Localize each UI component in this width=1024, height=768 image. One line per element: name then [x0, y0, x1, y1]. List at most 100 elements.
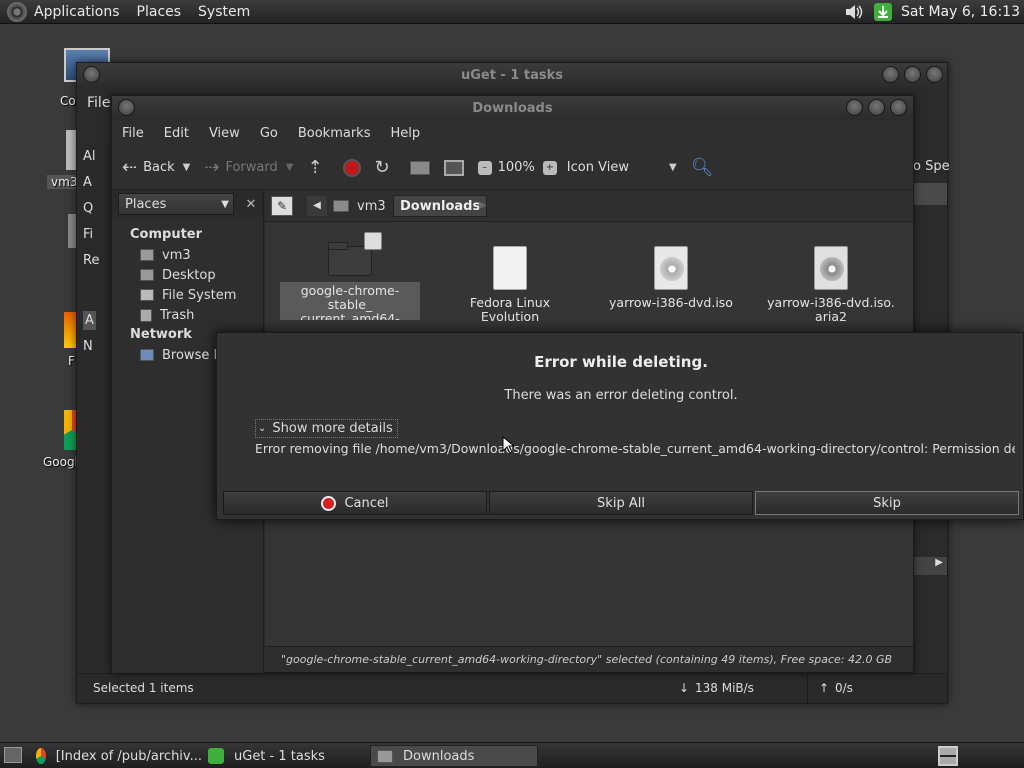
- uget-tray-icon[interactable]: [873, 2, 893, 22]
- uget-titlebar[interactable]: uGet - 1 tasks: [77, 63, 947, 87]
- desktop-icon-label: Googl: [43, 455, 78, 469]
- stop-icon: [342, 158, 361, 177]
- details-toggle-label: Show more details: [272, 421, 393, 436]
- task-label: uGet - 1 tasks: [234, 748, 325, 764]
- skip-button[interactable]: Skip: [755, 491, 1019, 515]
- menu-edit[interactable]: Edit: [164, 126, 189, 141]
- menu-help[interactable]: Help: [390, 126, 420, 141]
- sidebar-item-trash[interactable]: Trash: [112, 305, 263, 325]
- status-divider: [807, 674, 808, 704]
- downloads-titlebar[interactable]: Downloads: [112, 96, 913, 120]
- menu-file[interactable]: File: [122, 126, 144, 141]
- file-name: Fedora Linux Evolution: [469, 295, 551, 324]
- selected-count: Selected 1 items: [93, 681, 194, 695]
- error-dialog: Error while deleting. There was an error…: [216, 332, 1024, 520]
- system-menu[interactable]: System: [198, 4, 250, 20]
- category-row[interactable]: Fi: [83, 227, 93, 242]
- trash-icon: [140, 308, 152, 322]
- scroll-right-icon[interactable]: ▶: [913, 557, 947, 575]
- home-button[interactable]: [409, 160, 430, 175]
- cancel-label: Cancel: [344, 495, 389, 511]
- chrome-icon: [36, 748, 46, 764]
- maximize-button[interactable]: [868, 99, 885, 116]
- zoom-in-button[interactable]: +: [542, 160, 557, 175]
- edit-location-icon[interactable]: ✎: [271, 196, 293, 216]
- uget-file-menu[interactable]: File: [87, 95, 110, 111]
- window-menu-button[interactable]: [118, 99, 135, 116]
- chevron-down-icon[interactable]: ▼: [286, 162, 294, 173]
- file-item[interactable]: google-chrome-stable_ current_amd64- wor…: [280, 232, 420, 320]
- category-row[interactable]: Q: [83, 201, 93, 216]
- task-label: [Index of /pub/archiv...: [55, 748, 202, 764]
- task-row[interactable]: [913, 183, 947, 205]
- top-panel: Applications Places System Sat May 6, 16…: [0, 0, 1024, 24]
- up-button[interactable]: ⇡: [307, 156, 328, 178]
- path-right-arrow-icon[interactable]: ▶: [479, 196, 487, 216]
- distro-logo-icon[interactable]: [7, 1, 27, 22]
- file-item[interactable]: yarrow-i386-dvd.iso. aria2: [761, 246, 901, 324]
- close-sidebar-icon[interactable]: ✕: [240, 193, 262, 215]
- sidebar-item-label: Trash: [160, 307, 195, 323]
- path-left-arrow-icon[interactable]: ◀: [307, 196, 327, 216]
- sidebar-item-vm3[interactable]: vm3: [112, 245, 263, 265]
- close-button[interactable]: [890, 99, 907, 116]
- menu-bookmarks[interactable]: Bookmarks: [298, 126, 371, 141]
- network-icon: [140, 349, 154, 361]
- category-row[interactable]: N: [83, 339, 93, 354]
- forward-button[interactable]: ⇢ Forward ▼: [204, 158, 294, 177]
- places-menu[interactable]: Places: [137, 4, 182, 20]
- bottom-taskbar: [Index of /pub/archiv... uGet - 1 tasks …: [0, 742, 1024, 768]
- search-icon: 🔍︎: [690, 156, 714, 178]
- show-more-details-expander[interactable]: ⌄ Show more details: [255, 419, 398, 438]
- category-row[interactable]: A: [83, 311, 96, 330]
- task-uget[interactable]: uGet - 1 tasks: [202, 745, 368, 767]
- category-row[interactable]: Al: [83, 149, 96, 164]
- clock[interactable]: Sat May 6, 16:13: [901, 4, 1020, 20]
- applications-menu[interactable]: Applications: [34, 4, 120, 20]
- minimize-button[interactable]: [882, 66, 899, 83]
- stop-button[interactable]: [342, 158, 361, 177]
- chevron-down-icon[interactable]: ▼: [183, 162, 191, 173]
- show-desktop-icon[interactable]: [4, 747, 22, 763]
- maximize-button[interactable]: [904, 66, 921, 83]
- search-button[interactable]: 🔍︎: [690, 156, 720, 178]
- up-arrow-icon: ⇡: [307, 156, 323, 178]
- computer-button[interactable]: [443, 159, 464, 176]
- zoom-out-button[interactable]: –: [477, 160, 492, 175]
- workspace-switcher-icon[interactable]: [938, 746, 958, 766]
- file-item[interactable]: Fedora Linux Evolution: [440, 246, 580, 324]
- file-item[interactable]: yarrow-i386-dvd.iso: [601, 246, 741, 310]
- uget-category-list: Al A Q Fi Re A N: [77, 143, 113, 703]
- sidebar-item-label: Desktop: [162, 267, 216, 283]
- skip-all-button[interactable]: Skip All: [489, 491, 753, 515]
- task-browser[interactable]: [Index of /pub/archiv...: [30, 745, 202, 767]
- menu-view[interactable]: View: [209, 126, 240, 141]
- task-label: Downloads: [403, 748, 475, 764]
- back-label: Back: [143, 160, 175, 175]
- mouse-cursor-icon: [502, 436, 514, 454]
- volume-icon[interactable]: [843, 2, 865, 22]
- task-downloads[interactable]: Downloads: [370, 745, 538, 767]
- minimize-button[interactable]: [846, 99, 863, 116]
- uget-title: uGet - 1 tasks: [460, 67, 564, 83]
- sidebar-item-file-system[interactable]: File System: [112, 285, 263, 305]
- error-heading: Error while deleting.: [534, 353, 708, 371]
- back-button[interactable]: ⇠ Back ▼: [122, 158, 191, 177]
- path-button-downloads[interactable]: Downloads: [393, 195, 488, 217]
- reload-button[interactable]: ↻: [375, 158, 396, 177]
- category-row[interactable]: A: [83, 175, 92, 190]
- close-button[interactable]: [926, 66, 943, 83]
- error-message: There was an error deleting control.: [504, 388, 738, 403]
- window-menu-button[interactable]: [83, 66, 100, 83]
- speed-column-header[interactable]: o Spe: [913, 159, 950, 174]
- category-row[interactable]: Re: [83, 253, 99, 268]
- places-combo[interactable]: Places ▼: [118, 193, 234, 215]
- view-mode-select[interactable]: Icon View ▼: [567, 160, 677, 175]
- cancel-button[interactable]: Cancel: [223, 491, 487, 515]
- chevron-down-icon: ▼: [668, 162, 677, 173]
- sidebar-item-desktop[interactable]: Desktop: [112, 265, 263, 285]
- toolbar: ⇠ Back ▼ ⇢ Forward ▼ ⇡ ↻ – 100% + Icon V…: [112, 146, 913, 190]
- menu-go[interactable]: Go: [260, 126, 278, 141]
- path-label: Downloads: [400, 198, 481, 214]
- path-button-vm3[interactable]: vm3: [333, 195, 386, 217]
